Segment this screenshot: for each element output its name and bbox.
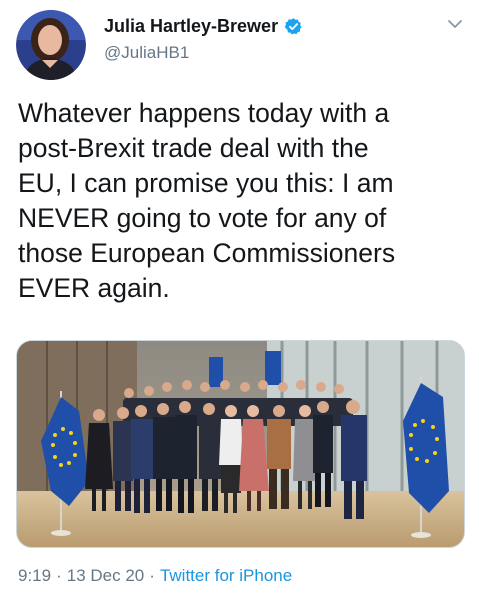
tweet-header: Julia Hartley-Brewer @JuliaHB1 (12, 6, 469, 80)
chevron-down-icon[interactable] (445, 14, 465, 34)
tweet-date[interactable]: 13 Dec 20 (67, 566, 145, 585)
author-identity: Julia Hartley-Brewer @JuliaHB1 (104, 16, 303, 63)
avatar[interactable] (16, 10, 86, 80)
tweet-photo[interactable] (16, 340, 465, 548)
verified-badge-icon (284, 17, 303, 36)
meta-separator: · (56, 566, 62, 585)
tweet-source-link[interactable]: Twitter for iPhone (160, 566, 292, 585)
meta-separator: · (149, 566, 155, 585)
tweet-text: Whatever happens today with a post-Brexi… (18, 98, 396, 303)
author-handle[interactable]: @JuliaHB1 (104, 43, 303, 63)
tweet-meta: 9:19 · 13 Dec 20 · Twitter for iPhone (18, 566, 292, 586)
display-name[interactable]: Julia Hartley-Brewer (104, 16, 278, 37)
tweet-time[interactable]: 9:19 (18, 566, 51, 585)
tweet-card: Julia Hartley-Brewer @JuliaHB1 Whatever … (0, 0, 479, 600)
group-photo-image (17, 341, 464, 547)
display-name-row[interactable]: Julia Hartley-Brewer (104, 16, 303, 37)
